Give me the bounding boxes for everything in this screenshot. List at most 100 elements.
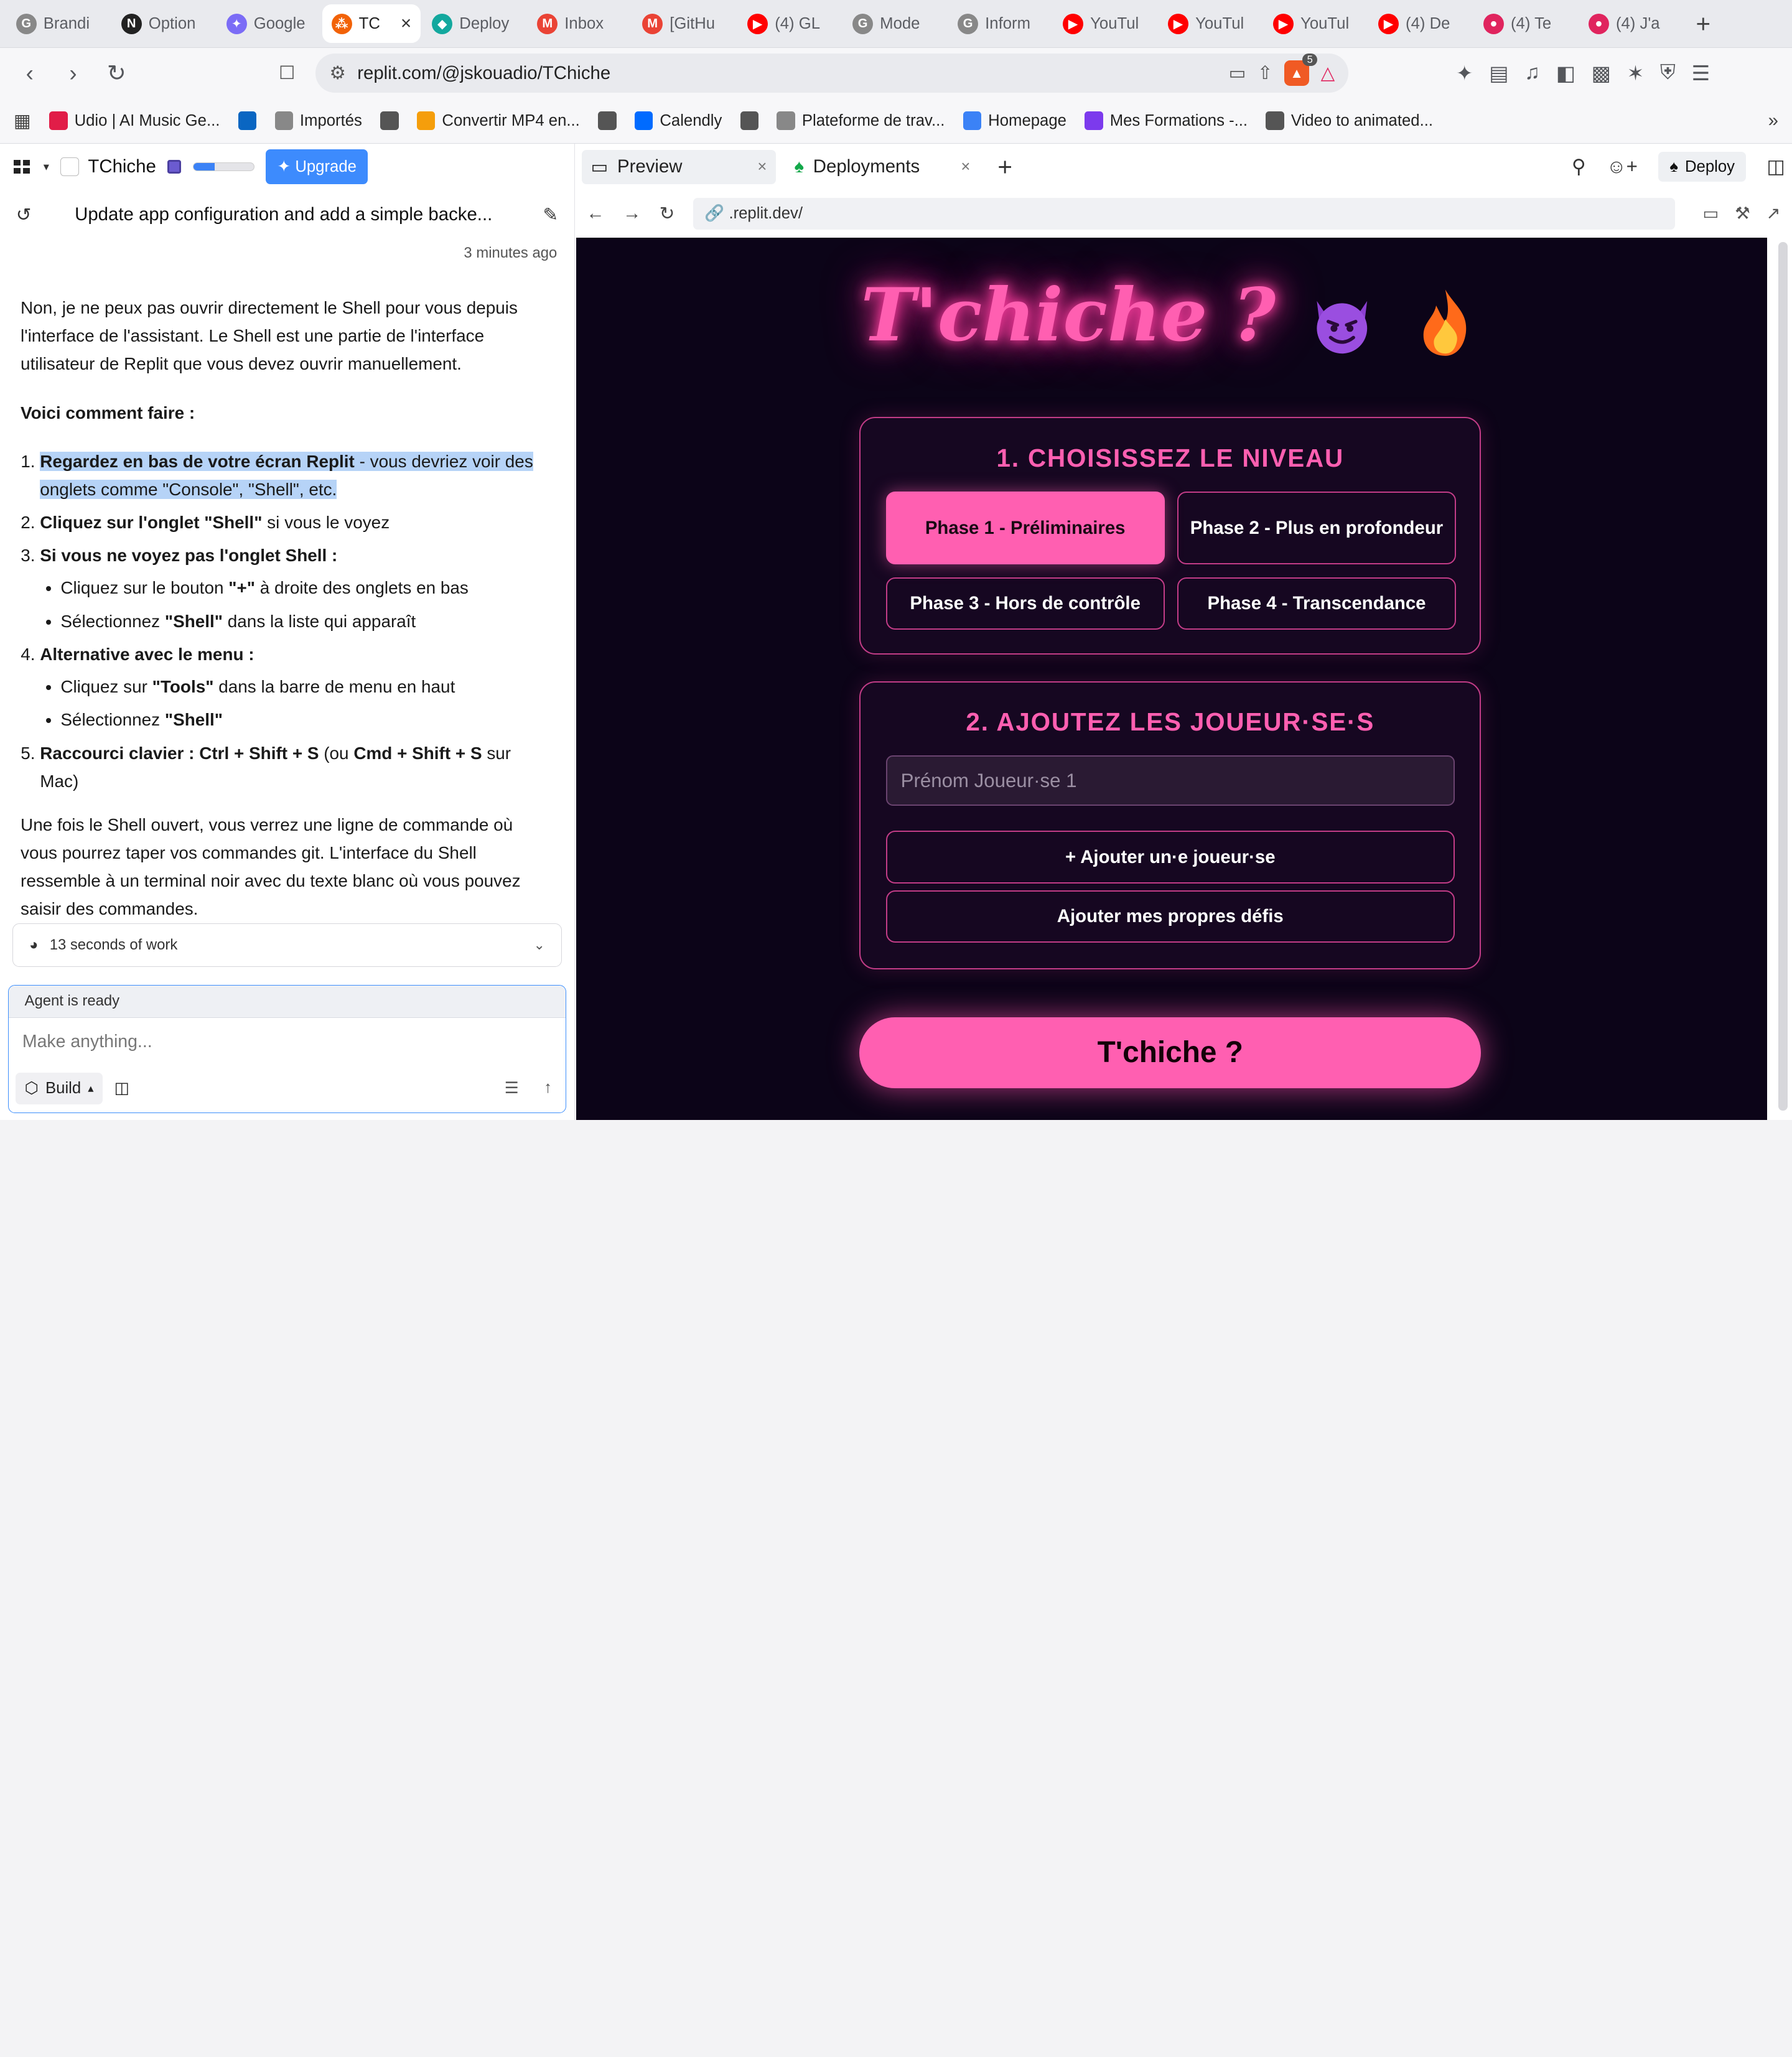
- image-attach-icon[interactable]: ◫: [114, 1079, 129, 1098]
- browser-tab[interactable]: ✦ Google: [217, 4, 320, 43]
- build-mode-button[interactable]: ⬡ Build ▴: [15, 1072, 103, 1105]
- new-chat-icon[interactable]: ✎: [543, 204, 559, 226]
- search-icon[interactable]: ⚲: [1572, 156, 1586, 178]
- url-text[interactable]: replit.com/@jskouadio/TChiche: [357, 63, 1217, 84]
- browser-tab[interactable]: ◆ Deploy: [423, 4, 526, 43]
- start-game-button[interactable]: T'chiche ?: [859, 1017, 1482, 1088]
- work-summary[interactable]: ◕ 13 seconds of work ⌄: [12, 923, 562, 967]
- chevron-down-icon[interactable]: ⌄: [533, 937, 544, 953]
- forward-icon[interactable]: →: [623, 203, 641, 224]
- close-icon[interactable]: ×: [961, 158, 970, 176]
- level-button-phase-2[interactable]: Phase 2 - Plus en profondeur: [1177, 491, 1457, 565]
- youtube-icon: ▶: [1272, 13, 1294, 34]
- bookmark-item[interactable]: Mes Formations -...: [1085, 111, 1248, 130]
- bookmark-item[interactable]: [380, 111, 399, 130]
- level-grid: Phase 1 - Préliminaires Phase 2 - Plus e…: [885, 491, 1457, 630]
- vpn-icon[interactable]: ⛨: [1660, 61, 1676, 86]
- reload-icon[interactable]: ↻: [660, 203, 675, 225]
- step-4b: Sélectionnez "Shell": [60, 706, 554, 734]
- bookmark-item[interactable]: Udio | AI Music Ge...: [49, 111, 220, 130]
- open-external-icon[interactable]: ↗: [1766, 203, 1780, 223]
- close-icon[interactable]: ×: [401, 13, 411, 34]
- extensions-icon[interactable]: ✦: [1456, 61, 1473, 86]
- google-icon: G: [16, 13, 37, 34]
- chevron-down-icon[interactable]: ▾: [44, 160, 49, 174]
- invite-icon[interactable]: ☺+: [1607, 156, 1638, 178]
- new-tab-button[interactable]: +: [1684, 9, 1722, 39]
- browser-tab[interactable]: M [GitHu: [633, 4, 735, 43]
- devices-icon[interactable]: ▭: [1702, 203, 1719, 223]
- wallet-icon[interactable]: ▩: [1592, 61, 1611, 86]
- add-player-button[interactable]: + Ajouter un·e joueur·se: [885, 831, 1455, 884]
- preview-scrollbar[interactable]: [1778, 242, 1788, 1111]
- browser-tab[interactable]: ▶ YouTul: [1053, 4, 1156, 43]
- preview-url-bar[interactable]: 🔗 .replit.dev/: [693, 197, 1676, 230]
- history-icon[interactable]: ↺: [16, 204, 32, 226]
- share-icon[interactable]: ⇧: [1258, 62, 1273, 84]
- upgrade-button[interactable]: ✦ Upgrade: [266, 149, 368, 184]
- forward-icon[interactable]: ›: [57, 57, 89, 89]
- bookmark-item[interactable]: Importés: [274, 111, 362, 130]
- cast-icon[interactable]: ▭: [1229, 62, 1246, 84]
- menu-icon[interactable]: ☰: [1692, 61, 1710, 86]
- back-icon[interactable]: ←: [586, 203, 604, 224]
- devtools-icon[interactable]: ⚒: [1735, 203, 1750, 223]
- leo-ai-icon[interactable]: ✶: [1627, 61, 1645, 86]
- browser-tab[interactable]: M Inbox: [528, 4, 631, 43]
- replit-icon: ⁂: [331, 13, 352, 34]
- bookmark-item[interactable]: Homepage: [963, 111, 1066, 130]
- browser-tab[interactable]: ▶ YouTul: [1159, 4, 1261, 43]
- brave-rewards-icon[interactable]: △: [1321, 62, 1335, 84]
- browser-tab[interactable]: ▶ YouTul: [1264, 4, 1366, 43]
- brave-shield-icon[interactable]: ▲ 5: [1284, 54, 1318, 86]
- apps-grid-icon[interactable]: ▦: [14, 110, 31, 132]
- project-selector[interactable]: TChiche: [60, 156, 156, 177]
- browser-tab[interactable]: G Mode: [843, 4, 946, 43]
- back-icon[interactable]: ‹: [14, 57, 45, 89]
- level-button-phase-1[interactable]: Phase 1 - Préliminaires: [885, 491, 1165, 565]
- add-challenges-button[interactable]: Ajouter mes propres défis: [885, 890, 1455, 943]
- browser-tab[interactable]: ⁂ TC ×: [322, 4, 421, 44]
- deploy-button[interactable]: ♠ Deploy: [1658, 152, 1747, 182]
- level-button-phase-3[interactable]: Phase 3 - Hors de contrôle: [885, 577, 1165, 630]
- more-bookmarks-icon[interactable]: »: [1768, 110, 1778, 131]
- layout-toggle-icon[interactable]: ◫: [1766, 156, 1785, 178]
- settings-sliders-icon[interactable]: ☰: [505, 1079, 519, 1098]
- reader-icon[interactable]: ▤: [1489, 61, 1508, 86]
- level-button-phase-4[interactable]: Phase 4 - Transcendance: [1177, 577, 1457, 630]
- level-section-title: 1. CHOISISSEZ LE NIVEAU: [996, 443, 1344, 472]
- send-arrow-icon[interactable]: ↑: [544, 1079, 552, 1098]
- reload-icon[interactable]: ↻: [101, 57, 133, 89]
- browser-tab[interactable]: ● (4) Te: [1474, 4, 1577, 43]
- bookmark-item[interactable]: Video to animated...: [1266, 111, 1433, 130]
- browser-toolbar-icons: ✦ ▤ ♫ ◧ ▩ ✶ ⛨ ☰: [1456, 61, 1710, 86]
- bookmarks-bar: ▦ Udio | AI Music Ge... Importés Convertir…: [0, 98, 1792, 144]
- player-name-input[interactable]: Prénom Joueur·se 1: [885, 755, 1455, 806]
- bookmark-item[interactable]: [598, 111, 617, 130]
- agent-prompt-input[interactable]: Make anything...: [9, 1018, 566, 1066]
- agent-message: Non, je ne peux pas ouvrir directement l…: [0, 262, 574, 923]
- browser-tab[interactable]: G Brandi: [7, 4, 110, 43]
- close-icon[interactable]: ×: [757, 158, 767, 176]
- browser-tab[interactable]: N Option: [112, 4, 215, 43]
- browser-tab[interactable]: G Inform: [948, 4, 1051, 43]
- bookmark-item[interactable]: Calendly: [634, 111, 722, 130]
- bookmark-icon[interactable]: ☐: [279, 62, 295, 84]
- browser-tab[interactable]: ● (4) J'a: [1579, 4, 1682, 43]
- bookmark-item[interactable]: [740, 111, 759, 130]
- url-bar[interactable]: ☐ ⚙ replit.com/@jskouadio/TChiche ▭ ⇧ ▲ 5…: [279, 54, 1349, 93]
- bookmark-item[interactable]: Plateforme de trav...: [777, 111, 945, 130]
- replit-menu-icon[interactable]: [14, 160, 32, 174]
- project-avatar: [60, 157, 79, 176]
- browser-tab[interactable]: ▶ (4) GL: [738, 4, 841, 43]
- browser-tab[interactable]: ▶ (4) De: [1369, 4, 1472, 43]
- music-icon[interactable]: ♫: [1524, 61, 1540, 86]
- bookmark-item[interactable]: [238, 111, 257, 130]
- site-settings-icon[interactable]: ⚙: [330, 62, 346, 84]
- devil-emoji-icon: [1317, 301, 1368, 354]
- add-tab-icon[interactable]: +: [989, 152, 1022, 182]
- tab-deployments[interactable]: ♠ Deployments ×: [785, 150, 979, 184]
- tab-preview[interactable]: ▭ Preview ×: [581, 149, 777, 184]
- bookmark-item[interactable]: Convertir MP4 en...: [417, 111, 580, 130]
- sidebar-icon[interactable]: ◧: [1556, 61, 1575, 86]
